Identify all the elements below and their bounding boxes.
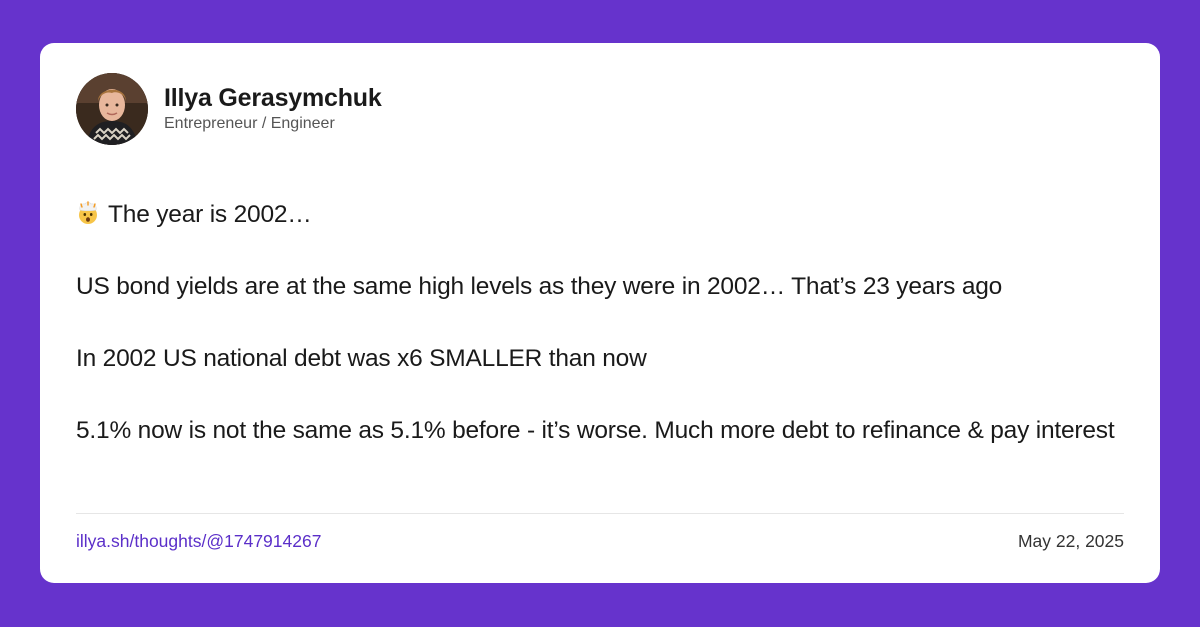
avatar[interactable] (76, 73, 148, 145)
post-line: The year is 2002… (76, 197, 1126, 232)
author-info: Illya Gerasymchuk Entrepreneur / Enginee… (164, 83, 382, 134)
post-line: In 2002 US national debt was x6 SMALLER … (76, 345, 647, 372)
post-line: 5.1% now is not the same as 5.1% before … (76, 417, 1115, 444)
exploding-head-icon (76, 200, 100, 224)
avatar-image (76, 73, 148, 145)
post-line-text: The year is 2002… (108, 201, 312, 228)
footer-divider (76, 513, 1124, 514)
permalink[interactable]: illya.sh/thoughts/@1747914267 (76, 530, 321, 552)
post-date: May 22, 2025 (1017, 531, 1124, 551)
post-card: Illya Gerasymchuk Entrepreneur / Enginee… (40, 43, 1160, 583)
post-line: US bond yields are at the same high leve… (76, 273, 1003, 300)
post-body: The year is 2002… US bond yields are at … (76, 197, 1126, 448)
author-name[interactable]: Illya Gerasymchuk (164, 83, 382, 113)
author-role: Entrepreneur / Engineer (164, 114, 335, 132)
post-header: Illya Gerasymchuk Entrepreneur / Enginee… (76, 73, 382, 145)
